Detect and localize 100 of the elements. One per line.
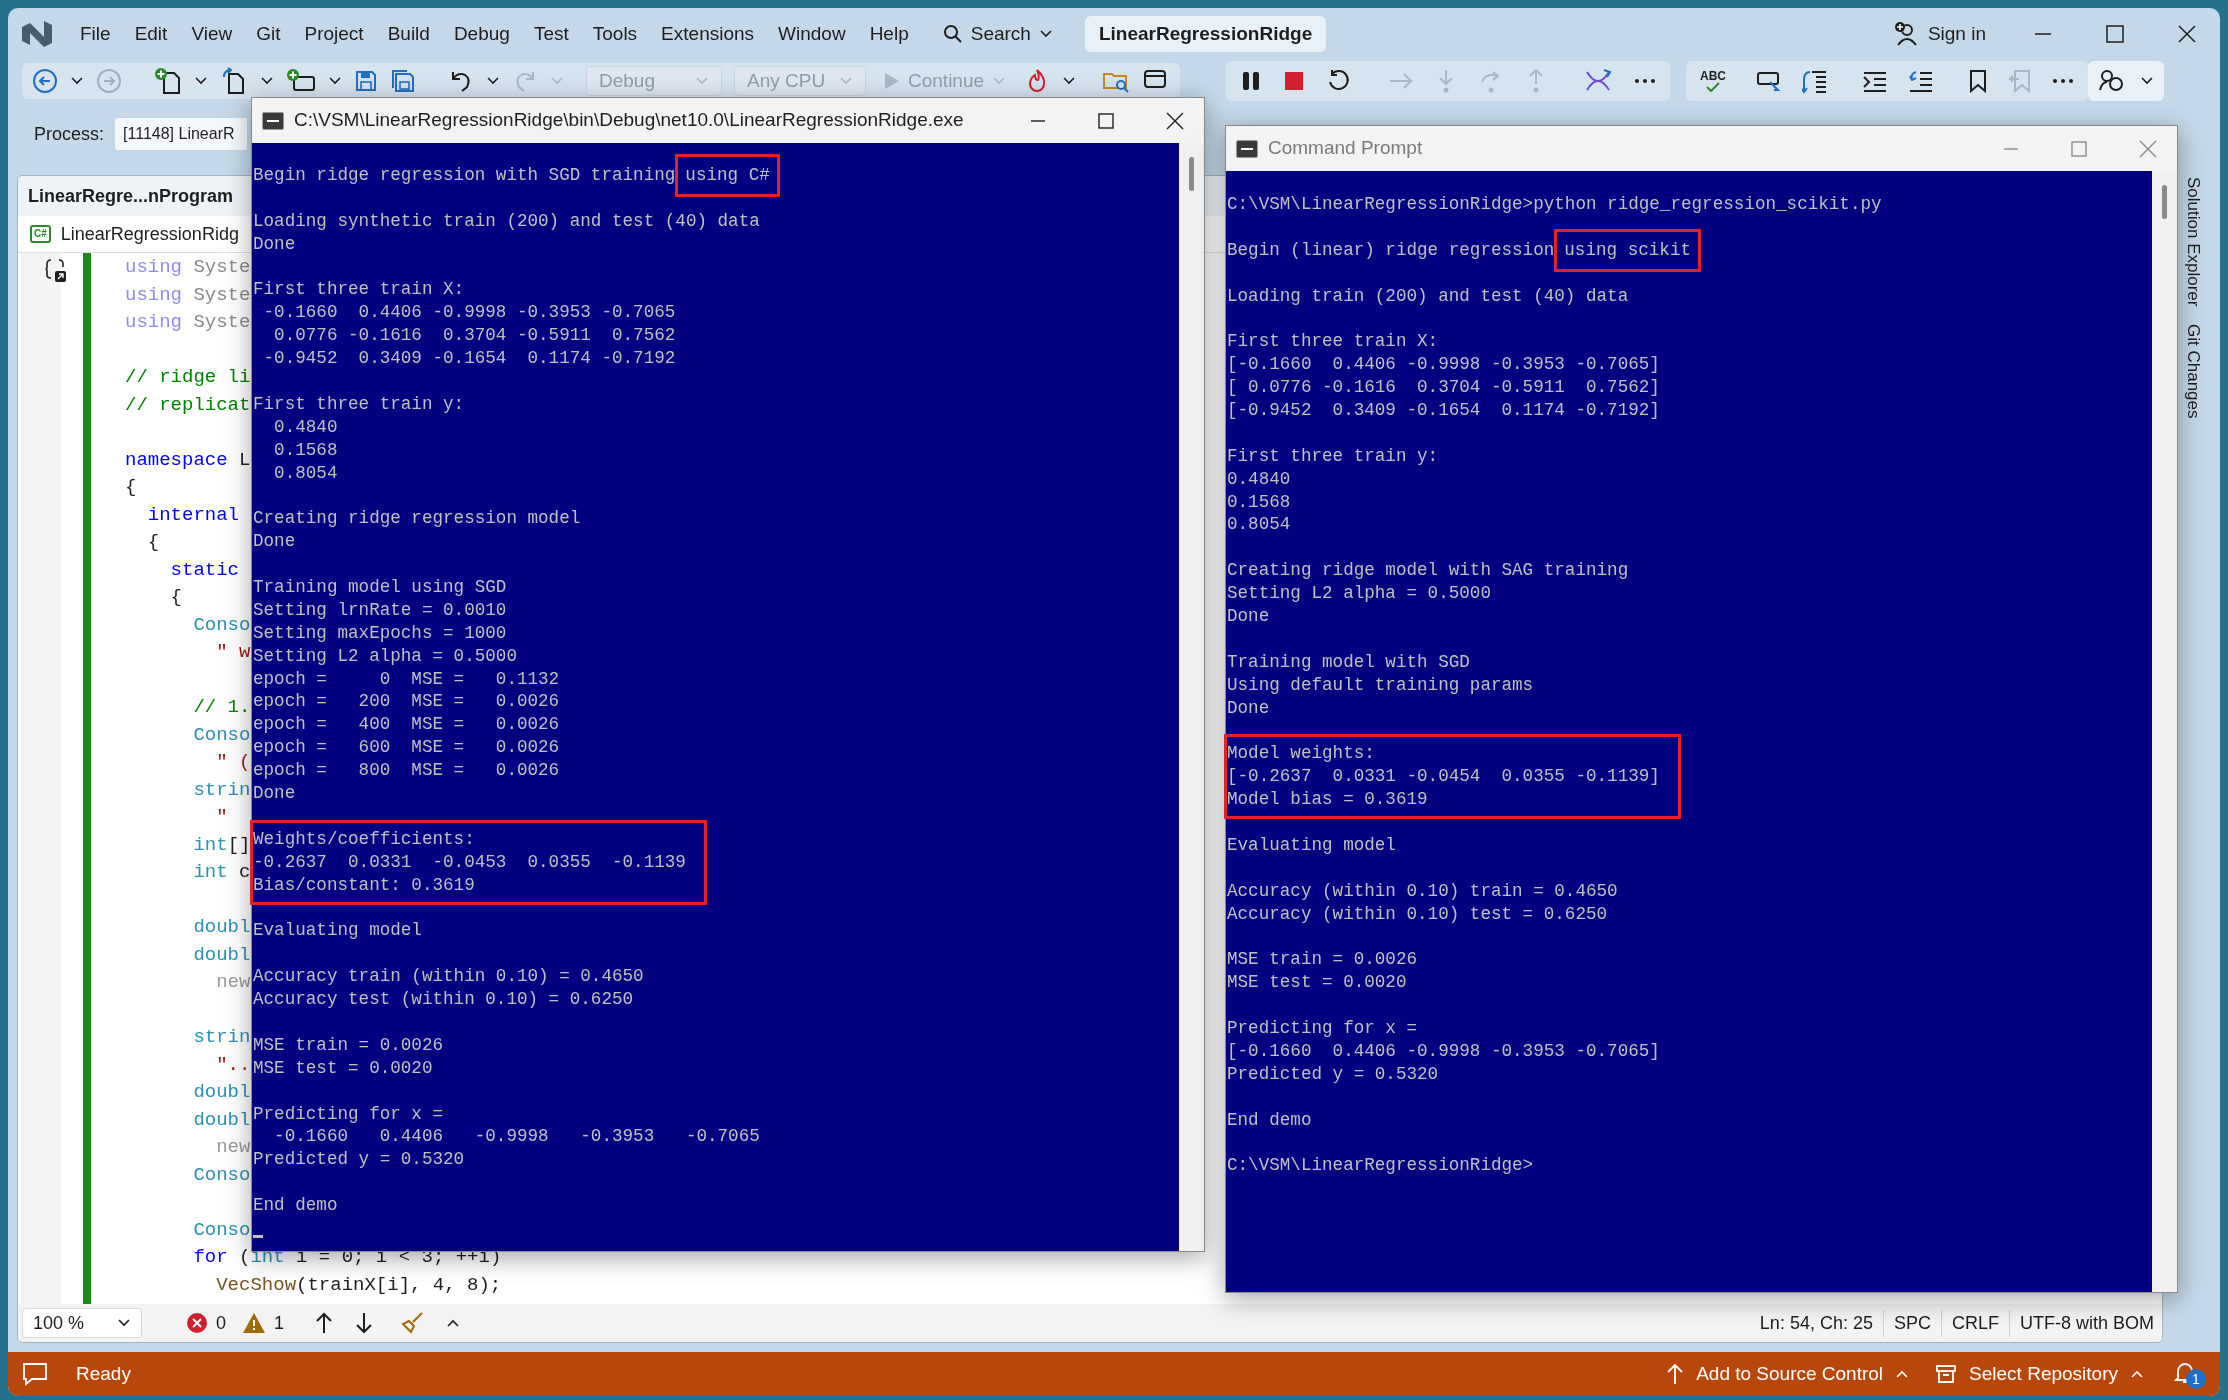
- format-icon[interactable]: [1802, 68, 1828, 94]
- line-ending[interactable]: CRLF: [1941, 1309, 2010, 1337]
- console-line: Predicted y = 0.5320: [1227, 1062, 1439, 1086]
- caret-icon[interactable]: [2140, 76, 2154, 86]
- console-line: [-0.9452 0.3409 -0.1654 0.1174 -0.7192]: [1227, 399, 1660, 422]
- console-line: Setting L2 alpha = 0.5000: [1227, 582, 1491, 606]
- menu-item[interactable]: Help: [857, 19, 921, 49]
- arrow-down-icon[interactable]: [354, 1312, 375, 1334]
- console-line: Accuracy test (within 0.10) = 0.6250: [253, 988, 634, 1011]
- caret-up-icon: [1895, 1369, 1910, 1379]
- caret-icon[interactable]: [328, 76, 342, 86]
- console-line: Begin (linear) ridge regression: [1227, 238, 1555, 262]
- code-line: Conso: [192, 1162, 251, 1188]
- side-tab[interactable]: Solution Explorer: [2176, 177, 2210, 307]
- cursor-position[interactable]: Ln: 54, Ch: 25: [1749, 1309, 1884, 1337]
- caret-icon[interactable]: [1062, 76, 1077, 86]
- console-line: Training model with SGD: [1227, 650, 1470, 674]
- menu-item[interactable]: Edit: [122, 19, 180, 49]
- search-icon: [942, 24, 963, 44]
- new-project-icon[interactable]: [154, 67, 182, 95]
- broom-icon[interactable]: [400, 1311, 425, 1335]
- console-line: MSE test = 0.0020: [1227, 971, 1407, 995]
- file-path[interactable]: LinearRegressionRidg: [60, 220, 239, 248]
- caret-icon[interactable]: [70, 76, 84, 86]
- add-item-icon[interactable]: [286, 68, 316, 94]
- caret-icon[interactable]: [486, 76, 500, 86]
- solution-title: LinearRegressionRidge: [1084, 16, 1327, 52]
- close-icon[interactable]: [1166, 111, 1184, 130]
- caret-icon[interactable]: [260, 76, 274, 86]
- menu-item[interactable]: File: [68, 19, 123, 49]
- console-line: Predicting for x =: [253, 1102, 444, 1126]
- console-line: [-0.1660 0.4406 -0.9998 -0.3953 -0.7065]: [1227, 1039, 1660, 1063]
- menu-item[interactable]: Tools: [580, 19, 650, 49]
- console-line: Evaluating model: [1227, 833, 1396, 857]
- console-line: Loading train (200) and test (40) data: [1227, 284, 1629, 308]
- warning-icon[interactable]: [242, 1312, 266, 1334]
- save-all-icon[interactable]: [390, 68, 416, 94]
- caret-icon: [1038, 29, 1053, 39]
- search-button[interactable]: Search: [934, 19, 1061, 49]
- more-icon[interactable]: [1634, 78, 1657, 84]
- code-line: int[]: [192, 832, 251, 858]
- maximize-icon[interactable]: [2106, 25, 2124, 43]
- code-line: doubl: [192, 915, 251, 940]
- people-icon[interactable]: [2098, 68, 2126, 94]
- console-line: Predicted y = 0.5320: [253, 1148, 465, 1172]
- code-line: using Syste: [125, 310, 251, 335]
- menu-item[interactable]: Git: [244, 19, 293, 49]
- outdent-icon[interactable]: [1908, 70, 1934, 92]
- scrollbar-thumb[interactable]: [1189, 157, 1194, 191]
- menu-item[interactable]: Window: [766, 19, 858, 49]
- notifications-button[interactable]: 1: [2172, 1359, 2206, 1389]
- spell-check-button[interactable]: ABC: [1700, 70, 1726, 92]
- console-line: End demo: [1227, 1108, 1312, 1132]
- console-line: C:\VSM\LinearRegressionRidge>: [1227, 1154, 1534, 1178]
- bookmark-icon[interactable]: [1968, 69, 1988, 93]
- save-icon[interactable]: [354, 69, 378, 93]
- caret-icon[interactable]: [194, 76, 208, 86]
- menu-item[interactable]: Debug: [441, 19, 522, 49]
- add-to-source-control-button[interactable]: Add to Source Control: [1666, 1359, 1910, 1389]
- back-icon[interactable]: [32, 68, 58, 94]
- caret-up-icon[interactable]: [446, 1318, 461, 1328]
- close-icon[interactable]: [2178, 25, 2196, 43]
- select-repository-button[interactable]: Select Repository: [1935, 1359, 2144, 1389]
- console-line: -0.1660 0.4406 -0.9998 -0.3953 -0.7065: [262, 301, 676, 325]
- menu-item[interactable]: Build: [375, 19, 442, 49]
- encoding[interactable]: UTF-8 with BOM: [2010, 1309, 2154, 1337]
- maximize-icon[interactable]: [1098, 112, 1114, 129]
- code-line: doubl: [192, 942, 251, 968]
- side-tab[interactable]: Git Changes: [2176, 324, 2210, 419]
- console-line: Accuracy (within 0.10) train = 0.4650: [1227, 879, 1618, 903]
- person-add-icon: [1893, 21, 1920, 47]
- code-line: new: [215, 1135, 251, 1160]
- more-icon[interactable]: [2052, 78, 2074, 84]
- console-line: Done: [253, 782, 296, 805]
- indentation-mode[interactable]: SPC: [1883, 1309, 1942, 1337]
- error-icon[interactable]: [186, 1312, 208, 1334]
- restart-icon[interactable]: [1326, 69, 1351, 93]
- editor-tab[interactable]: LinearRegre...nProgram: [28, 182, 234, 210]
- indent-icon[interactable]: [1862, 70, 1888, 92]
- code-line: using Syste: [125, 282, 251, 308]
- comment-icon[interactable]: [1756, 69, 1782, 93]
- braces-icon[interactable]: [45, 258, 67, 284]
- menu-item[interactable]: View: [179, 19, 245, 49]
- zoom-dropdown[interactable]: 100 %: [22, 1308, 142, 1338]
- menu-item[interactable]: Extensions: [649, 19, 767, 49]
- message-icon[interactable]: [22, 1362, 48, 1386]
- menu-item[interactable]: Project: [292, 19, 376, 49]
- console-line: Creating ridge model with SAG training: [1227, 559, 1629, 583]
- stop-icon[interactable]: [1284, 71, 1305, 91]
- scrollbar-thumb[interactable]: [2162, 185, 2167, 219]
- code-line: // replicat: [125, 392, 251, 418]
- process-dropdown[interactable]: [11148] LinearR: [114, 117, 249, 151]
- code-line: doubl: [192, 1107, 251, 1133]
- console-line: 0.8054: [273, 461, 338, 485]
- code-line: Conso: [192, 722, 251, 748]
- menu-item[interactable]: Test: [521, 19, 581, 49]
- sign-in-button[interactable]: Sign in: [1885, 19, 1994, 49]
- console-line: [ 0.0776 -0.1616 0.3704 -0.5911 0.7562]: [1227, 376, 1660, 400]
- console-line: MSE train = 0.0026: [1227, 948, 1418, 972]
- process-label: Process:: [34, 122, 105, 146]
